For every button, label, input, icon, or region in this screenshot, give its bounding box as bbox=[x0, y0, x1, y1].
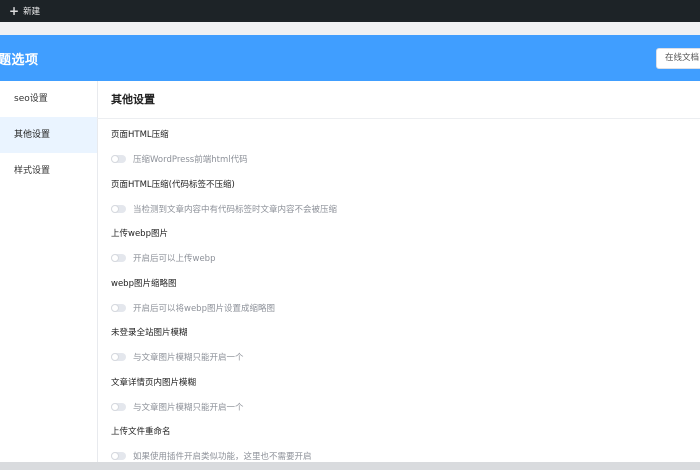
option-description: 当检测到文章内容中有代码标签时文章内容不会被压缩 bbox=[133, 205, 338, 215]
toggle-switch[interactable] bbox=[111, 352, 126, 361]
bottom-bar bbox=[0, 462, 700, 470]
option-rename-upload: 上传文件重命名 如果使用插件开启类似功能，这里也不需要开启 bbox=[111, 425, 312, 462]
option-label: 上传webp图片 bbox=[111, 229, 168, 239]
option-blur-post-images: 文章详情页内图片模糊 与文章图片模糊只能开启一个 bbox=[111, 376, 244, 413]
toggle-switch[interactable] bbox=[111, 204, 126, 213]
option-label: 上传文件重命名 bbox=[111, 427, 171, 437]
section-title: 其他设置 bbox=[97, 81, 700, 119]
option-label: 页面HTML压缩(代码标签不压缩) bbox=[111, 180, 235, 190]
settings-header: 题选项 在线文档 bbox=[0, 35, 700, 81]
settings-content: 其他设置 页面HTML压缩 压缩WordPress前端html代码 页面HTML… bbox=[97, 81, 700, 470]
option-description: 与文章图片模糊只能开启一个 bbox=[133, 353, 244, 363]
new-label: 新建 bbox=[23, 7, 41, 17]
sidebar-item-seo[interactable]: seo设置 bbox=[0, 81, 97, 117]
settings-panel: seo设置 其他设置 样式设置 其他设置 页面HTML压缩 压缩WordPres… bbox=[0, 81, 700, 470]
option-description: 与文章图片模糊只能开启一个 bbox=[133, 403, 244, 413]
toggle-switch[interactable] bbox=[111, 451, 126, 460]
option-label: webp图片缩略图 bbox=[111, 279, 177, 289]
settings-sidebar: seo设置 其他设置 样式设置 bbox=[0, 81, 98, 470]
option-html-compress: 页面HTML压缩 压缩WordPress前端html代码 bbox=[111, 128, 248, 165]
option-label: 页面HTML压缩 bbox=[111, 130, 169, 140]
option-upload-webp: 上传webp图片 开启后可以上传webp bbox=[111, 227, 215, 264]
option-label: 未登录全站图片模糊 bbox=[111, 328, 188, 338]
option-description: 如果使用插件开启类似功能，这里也不需要开启 bbox=[133, 452, 312, 462]
option-description: 开启后可以上传webp bbox=[133, 254, 216, 264]
sidebar-item-style[interactable]: 样式设置 bbox=[0, 153, 97, 189]
page-title: 题选项 bbox=[0, 52, 39, 68]
option-description: 压缩WordPress前端html代码 bbox=[133, 155, 248, 165]
admin-bar: + 新建 bbox=[0, 0, 700, 22]
toggle-switch[interactable] bbox=[111, 303, 126, 312]
option-label: 文章详情页内图片模糊 bbox=[111, 378, 197, 388]
new-menu[interactable]: + 新建 bbox=[9, 5, 40, 17]
option-webp-thumbnail: webp图片缩略图 开启后可以将webp图片设置成缩略图 bbox=[111, 277, 275, 314]
toggle-switch[interactable] bbox=[111, 154, 126, 163]
option-blur-logged-out: 未登录全站图片模糊 与文章图片模糊只能开启一个 bbox=[111, 326, 244, 363]
option-description: 开启后可以将webp图片设置成缩略图 bbox=[133, 304, 275, 314]
online-docs-button[interactable]: 在线文档 bbox=[656, 47, 700, 69]
option-html-compress-keep-code: 页面HTML压缩(代码标签不压缩) 当检测到文章内容中有代码标签时文章内容不会被… bbox=[111, 178, 337, 215]
plus-icon: + bbox=[9, 4, 20, 18]
toggle-switch[interactable] bbox=[111, 253, 126, 262]
sidebar-item-other[interactable]: 其他设置 bbox=[0, 117, 97, 153]
toggle-switch[interactable] bbox=[111, 402, 126, 411]
